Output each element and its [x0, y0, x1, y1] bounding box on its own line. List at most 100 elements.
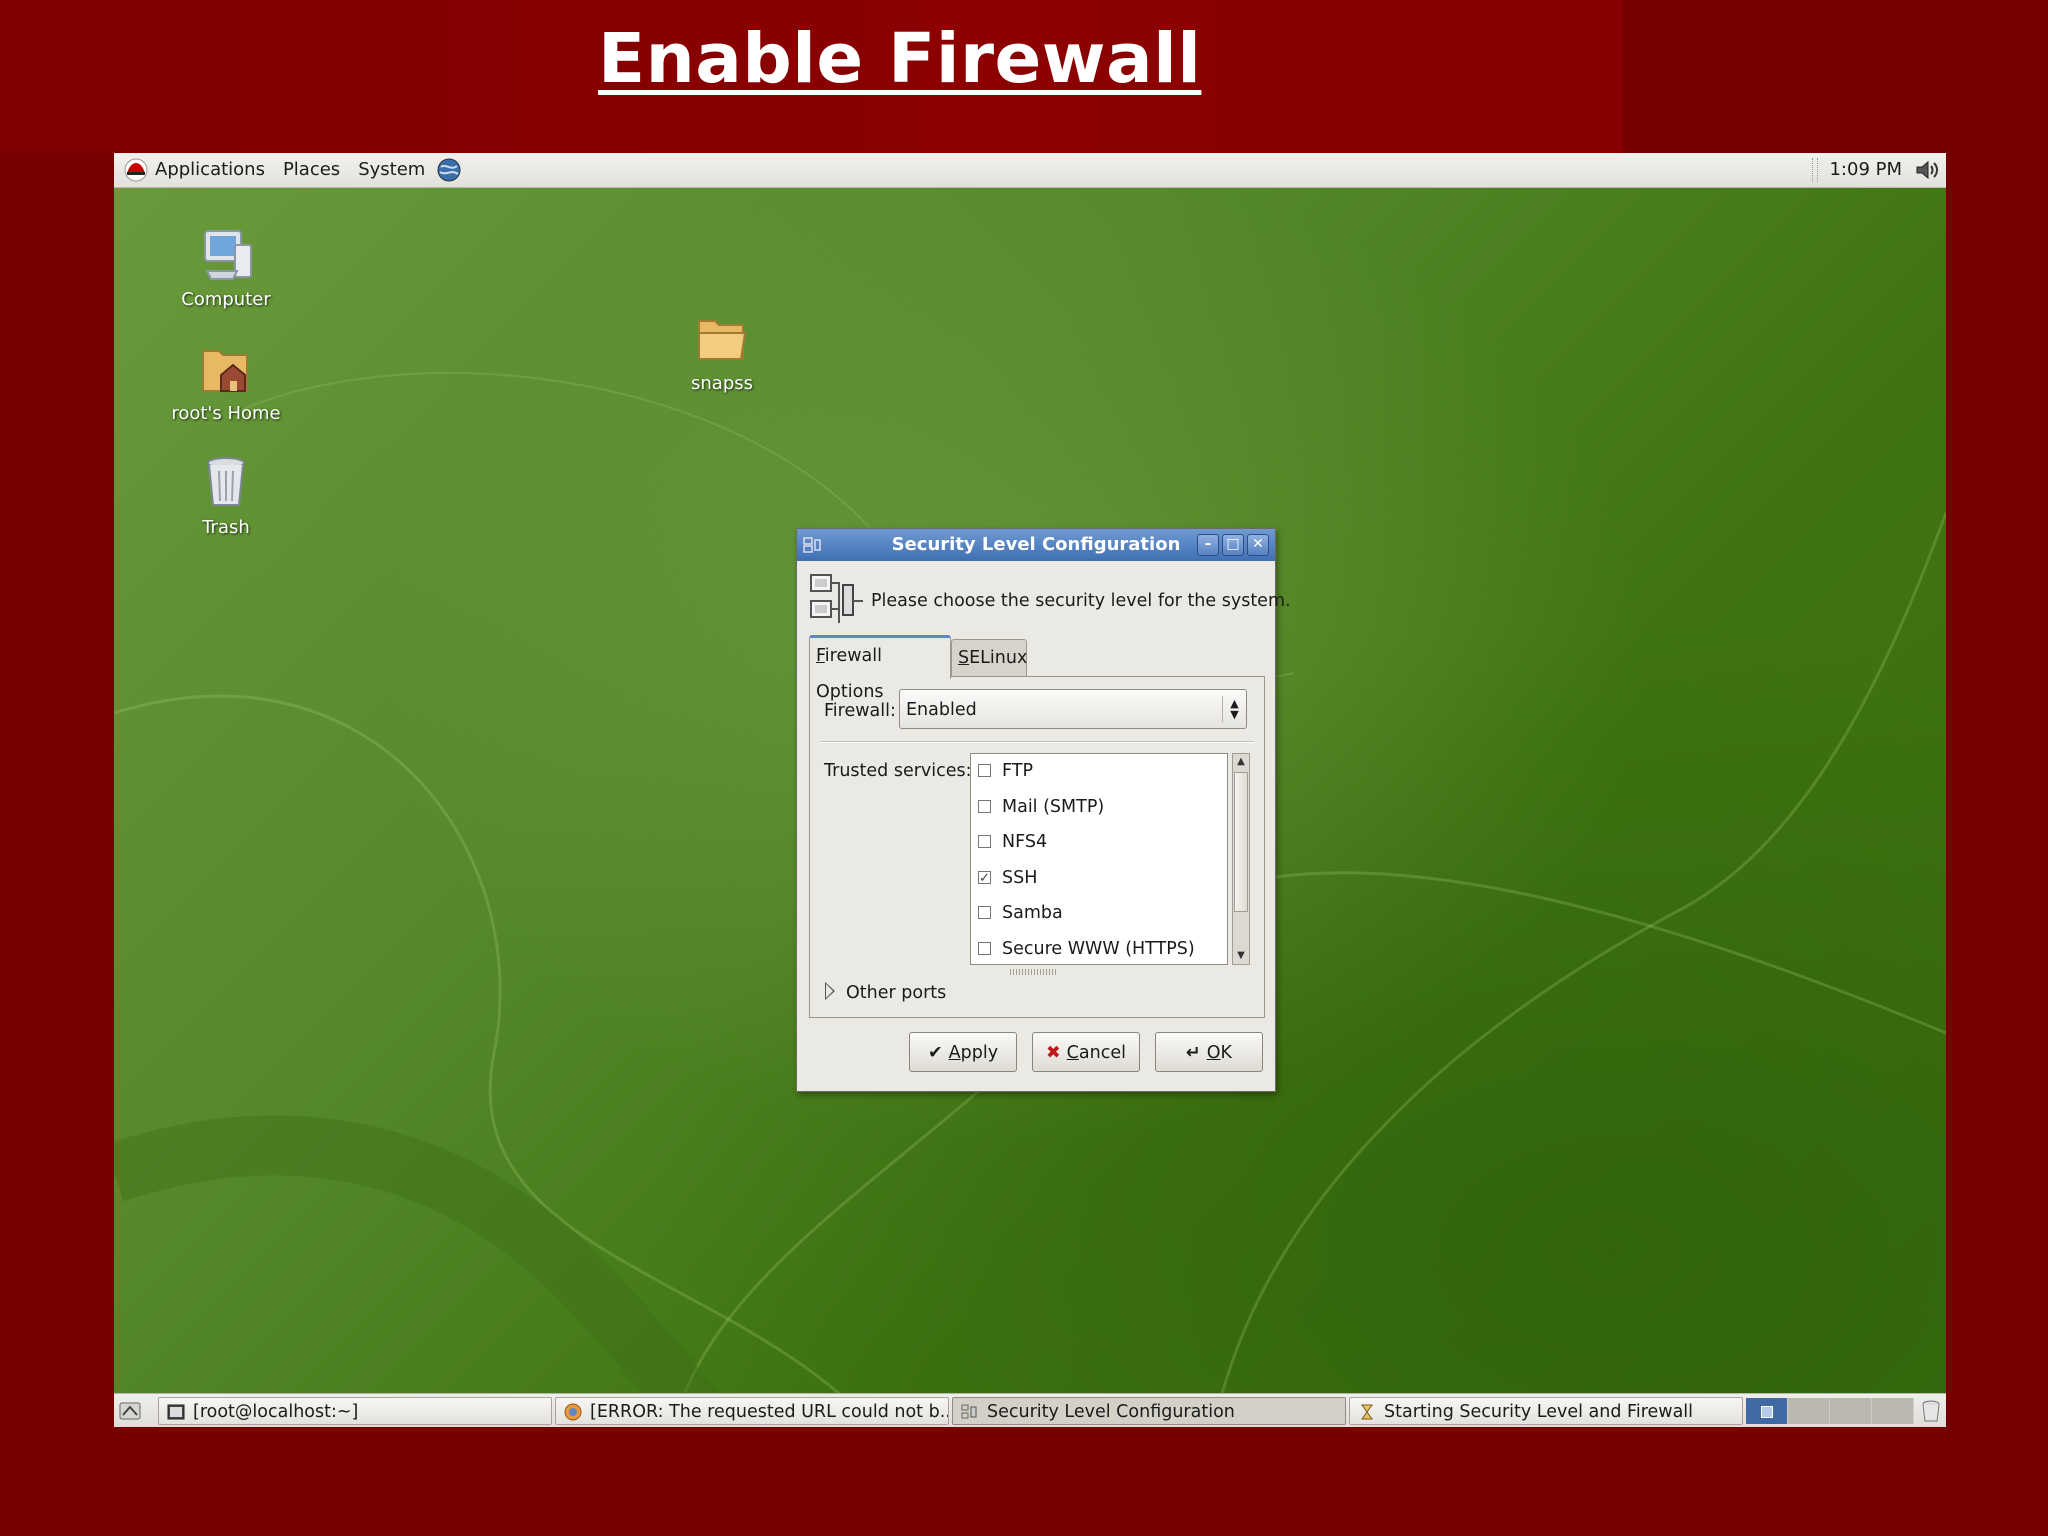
folder-icon — [698, 320, 747, 360]
task-label: [root@localhost:~] — [193, 1402, 359, 1422]
workspace-switcher[interactable] — [1746, 1398, 1914, 1424]
services-scrollbar[interactable]: ▲ ▼ — [1232, 753, 1250, 965]
menu-system[interactable]: System — [349, 153, 434, 187]
close-button[interactable]: ✕ — [1247, 534, 1269, 556]
service-item-samba[interactable]: Samba — [971, 896, 1227, 932]
service-label: Mail (SMTP) — [1002, 796, 1105, 817]
ok-button[interactable]: ↵ OK — [1155, 1032, 1263, 1072]
redhat-logo-icon[interactable] — [124, 158, 148, 182]
security-config-icon — [810, 574, 863, 623]
window-menu-icon[interactable] — [803, 535, 823, 555]
hourglass-icon — [1361, 1404, 1373, 1420]
slide-title: Enable Firewall — [598, 19, 1202, 99]
tab-firewall-options[interactable]: Firewall Options — [809, 635, 951, 702]
terminal-icon — [167, 1404, 185, 1420]
service-label: SSH — [1002, 867, 1038, 888]
maximize-button[interactable]: □ — [1222, 534, 1244, 556]
desktop-icon-home[interactable]: root's Home — [156, 341, 296, 424]
dialog-header: Please choose the security level for the… — [809, 571, 1291, 631]
clock[interactable]: 1:09 PM — [1829, 153, 1902, 187]
tab-label: ELinux — [969, 648, 1028, 668]
resize-grip[interactable] — [1010, 969, 1058, 975]
menu-places[interactable]: Places — [274, 153, 349, 187]
task-terminal[interactable]: [root@localhost:~] — [158, 1397, 552, 1425]
browser-icon — [564, 1403, 582, 1421]
computer-icon — [204, 230, 252, 280]
task-label: Starting Security Level and Firewall — [1384, 1402, 1694, 1422]
cancel-button[interactable]: ✖ Cancel — [1032, 1032, 1140, 1072]
other-ports-label: Other ports — [846, 983, 947, 1003]
checkbox[interactable] — [978, 799, 991, 813]
button-label: K — [1220, 1043, 1232, 1063]
minimize-button[interactable]: – — [1197, 534, 1219, 556]
workspace-3[interactable] — [1830, 1398, 1872, 1424]
button-label: pply — [960, 1043, 999, 1063]
checkbox[interactable] — [978, 764, 991, 777]
task-label: [ERROR: The requested URL could not b... — [590, 1402, 949, 1422]
task-security-level[interactable]: Security Level Configuration — [952, 1397, 1346, 1425]
apply-button[interactable]: ✔ Apply — [909, 1032, 1017, 1072]
separator — [820, 741, 1254, 743]
dialog-titlebar[interactable]: Security Level Configuration – □ ✕ — [797, 529, 1275, 561]
network-globe-icon[interactable] — [436, 157, 462, 183]
workspace-4[interactable] — [1872, 1398, 1914, 1424]
security-config-icon — [961, 1404, 977, 1419]
desktop-icon-trash[interactable]: Trash — [156, 453, 296, 538]
trusted-services-label: Trusted services: — [824, 761, 972, 781]
service-item-smtp[interactable]: Mail (SMTP) — [971, 790, 1227, 826]
task-starting-firewall[interactable]: Starting Security Level and Firewall — [1349, 1397, 1743, 1425]
service-label: Secure WWW (HTTPS) — [1002, 938, 1195, 959]
checkbox[interactable] — [978, 941, 991, 955]
service-label: Samba — [1002, 903, 1063, 923]
tab-selinux[interactable]: SELinux — [951, 639, 1027, 676]
button-mnemonic: O — [1206, 1043, 1221, 1063]
top-panel: Applications Places System 1:09 PM — [114, 153, 1946, 188]
return-arrow-icon: ↵ — [1186, 1043, 1201, 1063]
tab-mnemonic: F — [816, 646, 825, 666]
firewall-select[interactable]: Enabled ▲ ▼ — [899, 689, 1247, 729]
checkbox[interactable] — [978, 835, 991, 848]
service-item-https[interactable]: Secure WWW (HTTPS) — [971, 932, 1227, 965]
expander-arrow-icon — [824, 982, 836, 1000]
desktop-icon-snapss[interactable]: snapss — [652, 311, 792, 394]
task-browser-error[interactable]: [ERROR: The requested URL could not b... — [555, 1397, 949, 1425]
desktop-icon-computer[interactable]: Computer — [156, 227, 296, 310]
cancel-x-icon: ✖ — [1046, 1043, 1061, 1063]
scroll-down-icon[interactable]: ▼ — [1233, 948, 1249, 964]
tab-label: irewall Options — [816, 646, 884, 702]
volume-icon[interactable] — [1914, 158, 1940, 182]
minimize-icon: – — [1204, 536, 1212, 552]
workspace-1[interactable] — [1746, 1398, 1788, 1424]
show-desktop-icon[interactable] — [118, 1399, 142, 1423]
trash-applet-icon[interactable] — [1920, 1399, 1942, 1423]
service-item-ssh[interactable]: SSH — [971, 861, 1227, 896]
workspace-2[interactable] — [1788, 1398, 1830, 1424]
menu-applications[interactable]: Applications — [146, 153, 274, 187]
button-mnemonic: C — [1066, 1043, 1079, 1063]
close-icon: ✕ — [1252, 536, 1264, 552]
task-label: Security Level Configuration — [987, 1402, 1235, 1422]
service-label: FTP — [1002, 761, 1034, 781]
desktop-icon-label: Trash — [202, 517, 250, 538]
checkbox-checked[interactable] — [978, 861, 991, 896]
desktop-icon-label: snapss — [691, 373, 753, 394]
dialog-header-text: Please choose the security level for the… — [871, 591, 1291, 611]
checkmark-icon: ✔ — [927, 1043, 943, 1063]
bottom-panel: [root@localhost:~] [ERROR: The requested… — [114, 1393, 1946, 1427]
service-label: NFS4 — [1002, 832, 1048, 852]
scroll-up-icon[interactable]: ▲ — [1233, 754, 1249, 770]
scrollbar-thumb[interactable] — [1234, 772, 1248, 912]
checkbox[interactable] — [978, 906, 991, 919]
button-label: ancel — [1078, 1043, 1126, 1063]
service-item-ftp[interactable]: FTP — [971, 754, 1227, 790]
dialog-title: Security Level Configuration — [891, 534, 1181, 555]
firewall-select-value: Enabled — [906, 700, 977, 720]
panel-separator — [1812, 158, 1818, 182]
trusted-services-list[interactable]: FTP Mail (SMTP) NFS4 SSH Samba Secure WW… — [970, 753, 1228, 965]
desktop-screen: Applications Places System 1:09 PM Compu… — [114, 153, 1946, 1427]
other-ports-expander[interactable]: Other ports — [824, 982, 946, 1003]
service-item-nfs4[interactable]: NFS4 — [971, 825, 1227, 861]
security-level-dialog: Security Level Configuration – □ ✕ Pleas… — [796, 528, 1291, 1092]
button-mnemonic: A — [948, 1043, 961, 1063]
desktop-icon-label: Computer — [181, 289, 271, 310]
